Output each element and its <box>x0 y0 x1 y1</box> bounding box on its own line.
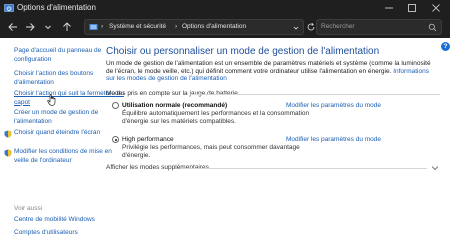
sidebar-link-create-plan[interactable]: Créer un mode de gestion de l'alimentati… <box>14 109 126 126</box>
sidebar-link-sleep-settings[interactable]: Modifier les conditions de mise en veill… <box>14 148 126 165</box>
breadcrumb-separator: › <box>175 23 178 30</box>
sidebar-link-mobility-center[interactable]: Centre de mobilité Windows <box>14 216 126 225</box>
description-text: Un mode de gestion de l'alimentation est… <box>106 60 431 75</box>
help-button[interactable]: ? <box>441 42 450 51</box>
see-also-heading: Voir aussi <box>14 205 43 212</box>
navigation-bar: › Système et sécurité › Options d'alimen… <box>0 16 450 38</box>
section-divider <box>190 94 440 95</box>
help-icon: ? <box>443 43 448 50</box>
breadcrumb-power-options[interactable]: Options d'alimentation <box>182 20 246 34</box>
search-icon <box>428 23 437 32</box>
title-bar: Options d'alimentation <box>0 0 450 16</box>
address-bar[interactable]: › Système et sécurité › Options d'alimen… <box>84 19 304 35</box>
up-button[interactable] <box>60 20 74 34</box>
chevron-down-icon <box>45 25 51 30</box>
change-plan-settings-link-balanced[interactable]: Modifier les paramètres du mode <box>286 101 381 110</box>
plan-name-high-performance[interactable]: High performance <box>122 135 174 144</box>
search-input[interactable]: Rechercher <box>316 19 442 35</box>
arrow-right-icon <box>26 23 35 31</box>
control-panel-icon <box>89 24 98 30</box>
shield-icon <box>4 130 12 138</box>
page-title: Choisir ou personnaliser un mode de gest… <box>106 46 380 57</box>
back-button[interactable] <box>6 20 20 34</box>
plan-radio-balanced[interactable] <box>112 102 119 109</box>
change-plan-settings-link-high-performance[interactable]: Modifier les paramètres du mode <box>286 135 381 144</box>
minimize-button[interactable] <box>378 0 400 16</box>
additional-plans-divider <box>180 168 427 169</box>
close-icon <box>432 4 440 12</box>
arrow-left-icon <box>8 23 17 31</box>
plan-name-balanced[interactable]: Utilisation normale (recommandé) <box>122 101 227 110</box>
forward-button[interactable] <box>23 20 37 34</box>
close-button[interactable] <box>425 0 447 16</box>
minimize-icon <box>385 7 393 9</box>
window-title: Options d'alimentation <box>17 3 96 12</box>
breadcrumb-separator: › <box>101 23 104 30</box>
sidebar-link-display-off[interactable]: Choisir quand éteindre l'écran <box>14 129 126 138</box>
shield-icon <box>4 149 12 157</box>
plan-description-balanced: Équilibre automatiquement les performanc… <box>122 110 310 125</box>
chevron-down-icon[interactable] <box>431 165 439 171</box>
plan-name-label: Utilisation normale (recommandé) <box>122 102 228 109</box>
arrow-up-icon <box>63 22 71 31</box>
chevron-down-icon[interactable] <box>292 24 300 32</box>
search-placeholder: Rechercher <box>321 23 355 30</box>
breadcrumb-system-security[interactable]: Système et sécurité <box>109 20 166 34</box>
plan-description-high-performance: Privilégie les performances, mais peut c… <box>122 144 300 159</box>
plan-radio-high-performance[interactable] <box>112 136 119 143</box>
page-description: Un mode de gestion de l'alimentation est… <box>106 60 436 83</box>
sidebar-link-user-accounts[interactable]: Comptes d'utilisateurs <box>14 229 126 238</box>
power-options-icon <box>4 4 14 12</box>
maximize-icon <box>408 4 416 12</box>
recent-locations-button[interactable] <box>41 20 55 34</box>
hand-cursor-icon <box>47 94 56 106</box>
refresh-icon <box>307 22 315 31</box>
maximize-button[interactable] <box>401 0 423 16</box>
